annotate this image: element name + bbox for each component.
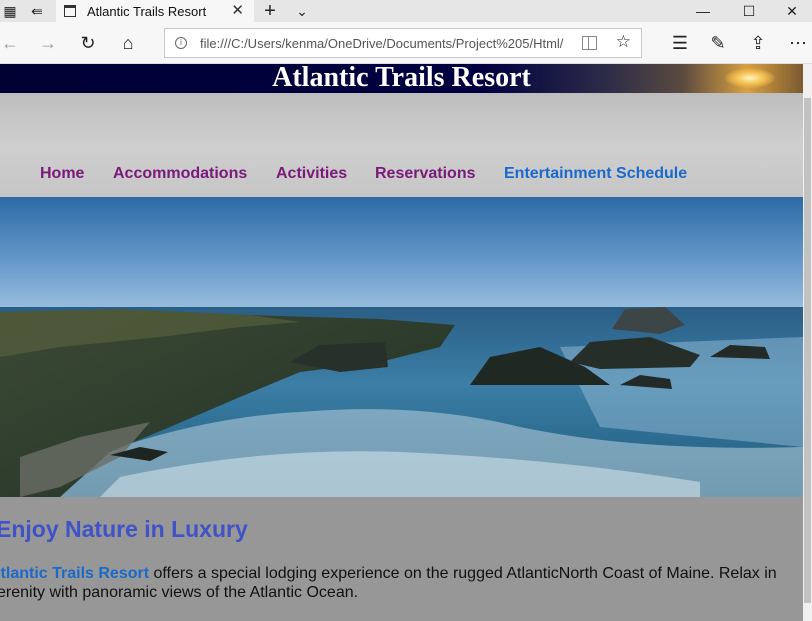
page-scrollbar[interactable]	[803, 64, 812, 621]
browser-tab[interactable]: Atlantic Trails Resort ✕	[56, 0, 254, 22]
set-aside-tabs-icon[interactable]: ▦	[0, 0, 20, 22]
address-bar[interactable]: i file:///C:/Users/kenma/OneDrive/Docume…	[164, 28, 642, 58]
favorite-star-icon[interactable]: ☆	[616, 32, 631, 52]
nav-entertainment-schedule[interactable]: Entertainment Schedule	[504, 165, 687, 183]
brand-name-text: Atlantic Trails Resort	[0, 565, 150, 582]
intro-paragraph: Atlantic Trails Resort offers a special …	[0, 564, 789, 602]
forward-icon[interactable]: →	[36, 22, 60, 64]
favorites-list-icon[interactable]: ☰	[668, 22, 692, 64]
web-page: Atlantic Trails Resort Home Accommodatio…	[0, 64, 803, 621]
scrollbar-thumb[interactable]	[804, 98, 811, 603]
url-text[interactable]: file:///C:/Users/kenma/OneDrive/Document…	[200, 36, 572, 51]
tabs-aside-icon[interactable]: ⇚	[26, 0, 48, 22]
back-icon[interactable]: ←	[0, 22, 20, 64]
tab-preview-chevron-icon[interactable]: ⌄	[290, 0, 314, 22]
browser-tab-bar: ▦ ⇚ Atlantic Trails Resort ✕ + ⌄ — ☐ ✕	[0, 0, 812, 22]
hero-coastline-image	[0, 197, 803, 497]
minimize-icon[interactable]: —	[680, 0, 726, 22]
share-icon[interactable]: ⇪	[746, 22, 770, 64]
nav-reservations[interactable]: Reservations	[375, 165, 476, 183]
nav-home[interactable]: Home	[40, 165, 84, 183]
site-navigation: Home Accommodations Activities Reservati…	[0, 93, 803, 197]
new-tab-icon[interactable]: +	[258, 0, 282, 22]
home-icon[interactable]: ⌂	[116, 22, 140, 64]
site-banner: Atlantic Trails Resort	[0, 64, 803, 93]
more-icon[interactable]: ⋯	[786, 22, 810, 64]
maximize-icon[interactable]: ☐	[726, 0, 772, 22]
browser-toolbar: ← → ↻ ⌂ i file:///C:/Users/kenma/OneDriv…	[0, 22, 812, 64]
refresh-icon[interactable]: ↻	[76, 22, 100, 64]
close-tab-icon[interactable]: ✕	[231, 1, 244, 19]
site-info-icon[interactable]: i	[175, 37, 187, 49]
tab-title: Atlantic Trails Resort	[87, 3, 207, 19]
coastline-photo	[0, 197, 803, 497]
intro-section: Enjoy Nature in Luxury Atlantic Trails R…	[0, 497, 803, 621]
pen-icon[interactable]: ✎	[706, 22, 730, 64]
section-heading: Enjoy Nature in Luxury	[0, 516, 248, 542]
page-icon	[64, 5, 76, 17]
nav-activities[interactable]: Activities	[276, 165, 347, 183]
reading-view-icon[interactable]	[582, 36, 597, 50]
close-window-icon[interactable]: ✕	[772, 0, 812, 22]
nav-accommodations[interactable]: Accommodations	[113, 165, 247, 183]
site-title: Atlantic Trails Resort	[272, 64, 531, 93]
